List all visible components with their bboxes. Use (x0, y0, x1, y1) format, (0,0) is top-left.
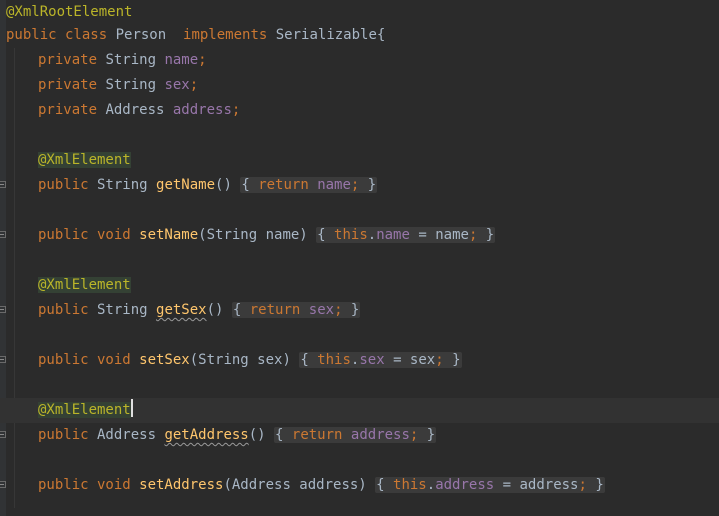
open-brace: { (300, 352, 309, 368)
method-getaddress: getAddress (164, 427, 249, 443)
annotation-xmlrootelement: @XmlRootElement (6, 4, 133, 20)
close-brace: } (342, 302, 360, 318)
class-name: Person (107, 27, 184, 43)
parens: () (206, 302, 232, 318)
folded-body[interactable]: { return name; } (240, 177, 378, 193)
field-ref: sex (359, 352, 385, 368)
close-brace: } (418, 427, 436, 443)
type-name: String (88, 302, 157, 318)
fold-marker-icon[interactable] (0, 481, 6, 488)
assignment: = name (409, 227, 469, 243)
keyword-this: this (325, 227, 368, 243)
params: (Address address) (223, 477, 376, 493)
type-name: String (97, 77, 165, 93)
params: (String name) (198, 227, 317, 243)
keyword-return: return (249, 177, 318, 193)
code-line-15[interactable]: public void setSex(String sex) { this.se… (0, 348, 719, 373)
code-line-12[interactable]: @XmlElement (0, 273, 719, 298)
semicolon: ; (435, 352, 444, 368)
folded-body[interactable]: { return sex; } (231, 302, 361, 318)
method-setsex: setSex (130, 352, 190, 368)
type-name: Address (88, 427, 165, 443)
close-brace: } (477, 227, 495, 243)
keyword-this: this (384, 477, 427, 493)
method-setaddress: setAddress (130, 477, 224, 493)
close-brace: } (443, 352, 461, 368)
code-line-4[interactable]: private String sex; (0, 73, 719, 98)
code-editor[interactable]: @XmlRootElement public class Person impl… (0, 0, 719, 516)
field-ref: name (376, 227, 410, 243)
keyword-private: private (38, 102, 98, 118)
keyword-public: public (38, 177, 89, 193)
params: (String sex) (189, 352, 300, 368)
field-ref: address (435, 477, 495, 493)
dot: . (426, 477, 436, 493)
close-brace: } (586, 477, 604, 493)
fold-marker-icon[interactable] (0, 306, 6, 313)
code-line-1[interactable]: @XmlRootElement (0, 0, 719, 25)
interface-name: Serializable{ (267, 27, 386, 43)
fold-marker-icon[interactable] (0, 356, 6, 363)
keyword-public-void: public void (38, 477, 131, 493)
code-line-5[interactable]: private Address address; (0, 98, 719, 123)
field-sex: sex (164, 77, 190, 93)
keyword-return: return (241, 302, 309, 318)
code-line-10[interactable]: public void setName(String name) { this.… (0, 223, 719, 248)
keyword-return: return (283, 427, 351, 443)
code-line-13[interactable]: public String getSex() { return sex; } (0, 298, 719, 323)
folded-body[interactable]: { this.sex = sex; } (299, 352, 462, 368)
field-address: address (172, 102, 232, 118)
method-getname: getName (156, 177, 216, 193)
assignment: = address (494, 477, 579, 493)
method-setname: setName (130, 227, 199, 243)
method-getsex: getSex (156, 302, 207, 318)
code-line-7[interactable]: @XmlElement (0, 148, 719, 173)
code-line-20[interactable]: public void setAddress(Address address) … (0, 473, 719, 498)
field-ref: address (350, 427, 410, 443)
code-line-2[interactable]: public class Person implements Serializa… (0, 23, 719, 48)
parens: () (248, 427, 275, 443)
type-name: String (97, 52, 165, 68)
keyword-public-void: public void (38, 352, 131, 368)
keyword-private: private (38, 77, 98, 93)
annotation-xmlelement: @XmlElement (38, 277, 131, 293)
folded-body[interactable]: { this.name = name; } (316, 227, 496, 243)
code-line-17[interactable]: @XmlElement (0, 398, 719, 423)
open-brace: { (376, 477, 385, 493)
semicolon: ; (578, 477, 587, 493)
open-brace: { (241, 177, 250, 193)
dot: . (367, 227, 377, 243)
keyword-private: private (38, 52, 98, 68)
field-ref: name (317, 177, 351, 193)
type-name: String (88, 177, 157, 193)
keyword-public: public (38, 302, 89, 318)
semicolon: ; (198, 52, 207, 68)
semicolon: ; (334, 302, 343, 318)
folded-body[interactable]: { this.address = address; } (375, 477, 605, 493)
open-brace: { (317, 227, 326, 243)
field-ref: sex (308, 302, 335, 318)
close-brace: } (359, 177, 377, 193)
fold-marker-icon[interactable] (0, 231, 6, 238)
keyword-implements: implements (183, 27, 268, 43)
code-line-8[interactable]: public String getName() { return name; } (0, 173, 719, 198)
annotation-xmlelement: @XmlElement (38, 402, 131, 418)
fold-marker-icon[interactable] (0, 431, 6, 438)
assignment: = sex (384, 352, 436, 368)
semicolon: ; (189, 77, 199, 93)
keyword-public: public (38, 427, 89, 443)
code-line-18[interactable]: public Address getAddress() { return add… (0, 423, 719, 448)
code-line-3[interactable]: private String name; (0, 48, 719, 73)
folded-body[interactable]: { return address; } (274, 427, 437, 443)
annotation-xmlelement: @XmlElement (38, 152, 131, 168)
keyword-public-void: public void (38, 227, 131, 243)
semicolon: ; (231, 102, 241, 118)
keyword-this: this (308, 352, 351, 368)
type-name: Address (97, 102, 173, 118)
field-name: name (164, 52, 199, 68)
keyword-public-class: public class (6, 27, 108, 43)
parens: () (215, 177, 241, 193)
text-caret (130, 399, 133, 417)
fold-marker-icon[interactable] (0, 181, 6, 188)
